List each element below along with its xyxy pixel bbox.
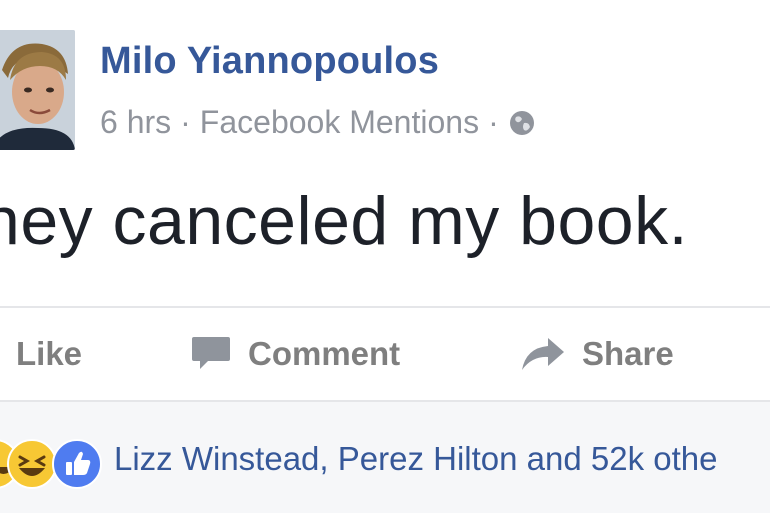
post-message: hey canceled my book. <box>0 183 689 259</box>
meta-separator: · <box>180 103 191 140</box>
like-label: Like <box>16 335 83 372</box>
share-label: Share <box>582 335 674 372</box>
globe-icon[interactable] <box>508 108 536 136</box>
divider <box>0 306 770 308</box>
post-timestamp[interactable]: 6 hrs <box>100 104 171 141</box>
reactions-summary[interactable]: Lizz Winstead, Perez Hilton and 52k othe <box>114 440 718 478</box>
haha-reaction-icon[interactable] <box>7 439 57 489</box>
like-reaction-icon[interactable] <box>52 439 102 489</box>
author-avatar[interactable] <box>0 30 75 150</box>
share-arrow-icon <box>522 338 564 370</box>
facebook-post: Milo Yiannopoulos 6 hrs · Facebook Menti… <box>0 0 770 513</box>
post-source[interactable]: Facebook Mentions <box>200 104 479 141</box>
avatar-photo <box>0 30 75 150</box>
like-button[interactable]: Like <box>16 326 82 382</box>
author-name[interactable]: Milo Yiannopoulos <box>100 40 439 83</box>
post-meta: 6 hrs · Facebook Mentions · <box>100 102 536 142</box>
comment-icon <box>192 337 230 369</box>
comment-button[interactable]: Comment <box>190 326 400 382</box>
meta-separator: · <box>488 103 499 140</box>
share-button[interactable]: Share <box>520 326 674 382</box>
comment-label: Comment <box>248 335 401 372</box>
